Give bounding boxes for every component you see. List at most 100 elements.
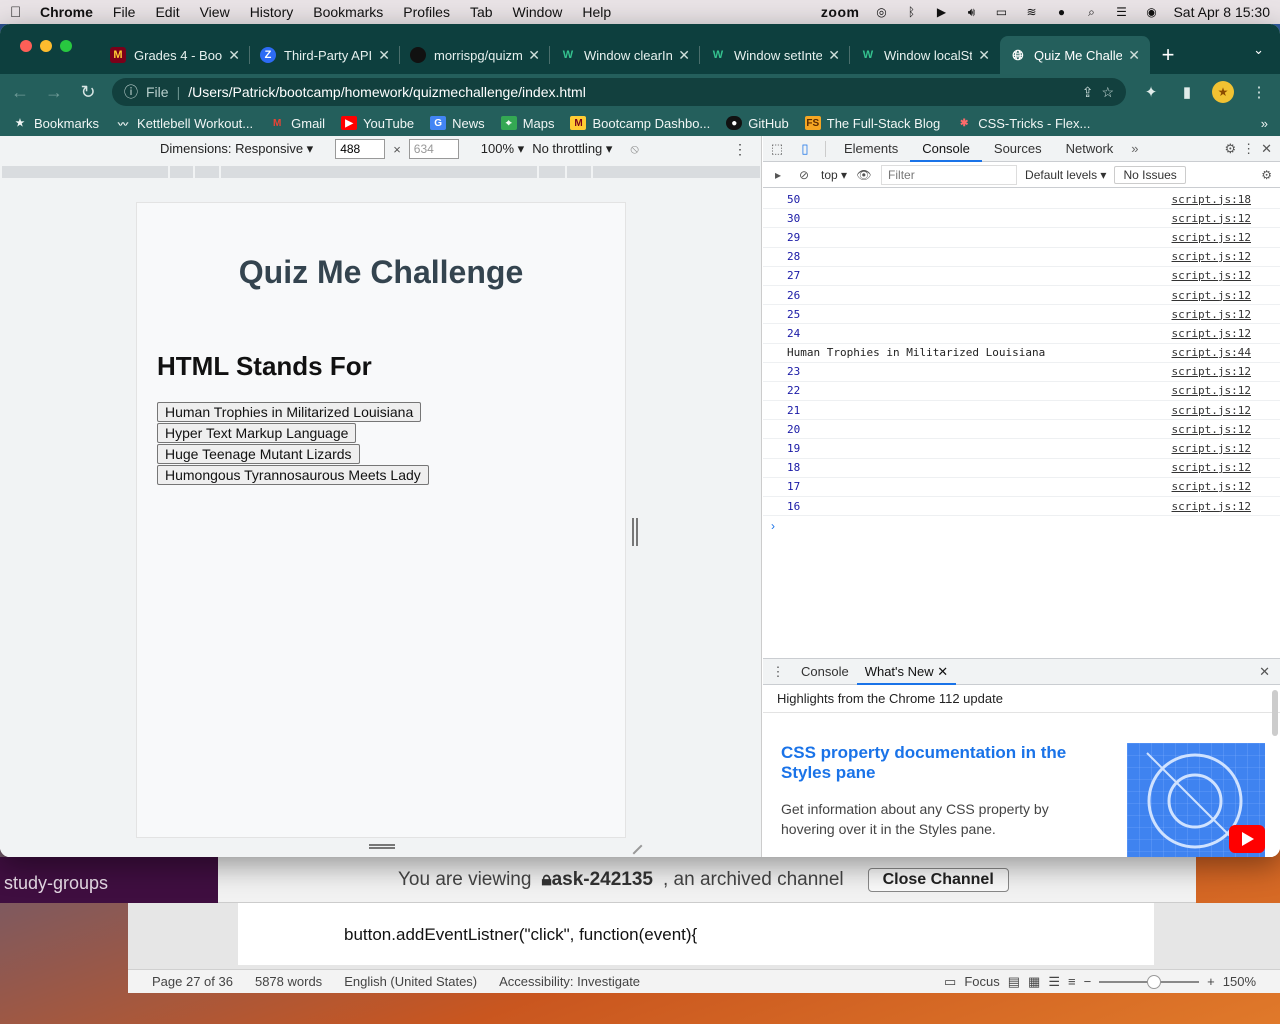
console-source-link[interactable]: script.js:12: [1172, 327, 1280, 340]
word-count[interactable]: 5878 words: [255, 974, 322, 989]
zoom-window-button[interactable]: [60, 40, 72, 52]
bookmark-github[interactable]: ● GitHub: [726, 116, 789, 131]
tab-search-icon[interactable]: ⌄: [1253, 42, 1264, 58]
menu-profiles[interactable]: Profiles: [403, 4, 450, 20]
sidebar-toggle-icon[interactable]: ▸: [769, 168, 787, 182]
console-source-link[interactable]: script.js:12: [1172, 423, 1280, 436]
bookmark-maps[interactable]: ⌖ Maps: [500, 116, 554, 131]
menu-bookmarks[interactable]: Bookmarks: [313, 4, 383, 20]
drawer-tab-whats-new[interactable]: What's New ✕: [856, 659, 957, 685]
close-tab-icon[interactable]: ✕: [678, 47, 690, 64]
bookmark-bootcamp[interactable]: M Bootcamp Dashbo...: [570, 116, 710, 131]
zoom-level[interactable]: 150%: [1223, 974, 1256, 989]
bookmark-css-tricks[interactable]: ✱ CSS-Tricks - Flex...: [956, 116, 1090, 131]
apple-icon[interactable]: : [10, 4, 26, 21]
console-source-link[interactable]: script.js:12: [1172, 269, 1280, 282]
bookmark-star-icon[interactable]: ☆: [1101, 84, 1114, 101]
page-count[interactable]: Page 27 of 36: [152, 974, 233, 989]
log-levels-dropdown[interactable]: Default levels ▾: [1025, 168, 1106, 182]
volume-icon[interactable]: 🔊︎: [963, 5, 979, 19]
close-tab-icon[interactable]: ✕: [378, 47, 390, 64]
resize-handle-right[interactable]: [632, 518, 638, 546]
battery-icon[interactable]: ▭: [993, 5, 1009, 19]
menu-history[interactable]: History: [250, 4, 294, 20]
console-source-link[interactable]: script.js:18: [1172, 193, 1280, 206]
bookmark-gmail[interactable]: M Gmail: [269, 116, 325, 131]
console-settings-gear-icon[interactable]: ⚙: [1261, 168, 1280, 182]
profile-avatar[interactable]: ★: [1212, 81, 1234, 103]
menu-app-name[interactable]: Chrome: [40, 4, 93, 20]
tab-elements[interactable]: Elements: [832, 136, 910, 162]
console-source-link[interactable]: script.js:12: [1172, 384, 1280, 397]
chrome-menu-icon[interactable]: ⋮: [1248, 83, 1270, 101]
clear-console-icon[interactable]: ⊘: [795, 168, 813, 182]
zoom-slider-knob[interactable]: [1147, 974, 1162, 989]
settings-gear-icon[interactable]: ⚙: [1224, 141, 1236, 157]
bookmark-fullstack-blog[interactable]: FS The Full-Stack Blog: [804, 116, 940, 131]
accessibility-status[interactable]: Accessibility: Investigate: [499, 974, 640, 989]
drawer-scrollbar[interactable]: [1272, 690, 1278, 736]
media-query-ruler[interactable]: [2, 166, 760, 178]
share-icon[interactable]: ⇪: [1082, 84, 1094, 101]
slack-sidebar-channel[interactable]: study-groups: [0, 857, 218, 903]
close-window-button[interactable]: [20, 40, 32, 52]
console-source-link[interactable]: script.js:44: [1172, 346, 1280, 359]
close-tab-icon[interactable]: ✕: [937, 664, 948, 679]
height-input[interactable]: [408, 139, 459, 159]
address-bar[interactable]: ⓘ File | /Users/Patrick/bootcamp/homewor…: [112, 78, 1126, 106]
tab-console[interactable]: Console: [910, 136, 982, 162]
console-source-link[interactable]: script.js:12: [1172, 480, 1280, 493]
console-source-link[interactable]: script.js:12: [1172, 308, 1280, 321]
outline-icon[interactable]: ☰: [1048, 974, 1060, 990]
device-more-icon[interactable]: ⋮: [733, 141, 747, 158]
extensions-puzzle-icon[interactable]: ✦: [1140, 83, 1162, 101]
side-panel-icon[interactable]: ▮: [1176, 83, 1198, 101]
menu-help[interactable]: Help: [582, 4, 611, 20]
more-tabs-icon[interactable]: »: [1125, 141, 1144, 156]
zoom-dropdown[interactable]: 100% ▾: [481, 141, 524, 157]
close-devtools-icon[interactable]: ✕: [1261, 141, 1272, 157]
device-toolbar-icon[interactable]: ▯: [791, 141, 819, 157]
resize-handle-bottom[interactable]: [369, 844, 395, 849]
inspect-element-icon[interactable]: ⬚: [763, 141, 791, 157]
context-selector[interactable]: top ▾: [821, 168, 847, 182]
tab-window-localstorage[interactable]: W Window localSt ✕: [850, 36, 1000, 74]
live-expression-eye-icon[interactable]: 👁︎: [855, 168, 873, 182]
bookmark-news[interactable]: G News: [430, 116, 485, 131]
url-text[interactable]: /Users/Patrick/bootcamp/homework/quizmec…: [188, 84, 1074, 100]
control-center-icon[interactable]: ☰: [1113, 5, 1129, 19]
menu-edit[interactable]: Edit: [155, 4, 179, 20]
console-source-link[interactable]: script.js:12: [1172, 404, 1280, 417]
zoom-slider[interactable]: [1099, 974, 1200, 989]
menu-tab[interactable]: Tab: [470, 4, 493, 20]
menu-view[interactable]: View: [200, 4, 230, 20]
console-source-link[interactable]: script.js:12: [1172, 289, 1280, 302]
spotlight-search-icon[interactable]: ⌕: [1083, 5, 1099, 19]
tab-window-clearinterval[interactable]: W Window clearIn ✕: [550, 36, 700, 74]
creative-cloud-icon[interactable]: ◎: [873, 5, 889, 19]
answer-button-1[interactable]: Human Trophies in Militarized Louisiana: [157, 402, 422, 422]
answer-button-2[interactable]: Hyper Text Markup Language: [157, 423, 357, 443]
tab-window-setinterval[interactable]: W Window setInte ✕: [700, 36, 850, 74]
tab-quiz-me-challenge[interactable]: 🌐︎ Quiz Me Challe ✕: [1000, 36, 1150, 74]
close-tab-icon[interactable]: ✕: [228, 47, 240, 64]
reload-icon[interactable]: ↻: [78, 82, 98, 103]
focus-label[interactable]: Focus: [964, 974, 999, 989]
play-icon[interactable]: ▶: [933, 5, 949, 19]
rotate-icon[interactable]: ⦸: [630, 141, 638, 157]
info-icon[interactable]: ⓘ: [124, 82, 138, 102]
close-tab-icon[interactable]: ✕: [528, 47, 540, 64]
close-drawer-icon[interactable]: ✕: [1259, 664, 1280, 680]
forward-arrow-icon[interactable]: →: [44, 82, 64, 103]
filter-input[interactable]: Filter: [881, 164, 1018, 185]
print-layout-icon[interactable]: ▤: [1008, 974, 1020, 990]
bluetooth-icon[interactable]: ᛒ: [903, 5, 919, 19]
siri-icon[interactable]: ◉: [1143, 5, 1159, 19]
language-status[interactable]: English (United States): [344, 974, 477, 989]
bookmark-youtube[interactable]: ▶ YouTube: [341, 116, 414, 131]
close-tab-icon[interactable]: ✕: [978, 47, 990, 64]
tab-network[interactable]: Network: [1054, 136, 1126, 162]
zoom-out-icon[interactable]: −: [1084, 974, 1092, 989]
wifi-icon[interactable]: ≋: [1023, 5, 1039, 19]
user-icon[interactable]: ●: [1053, 5, 1069, 19]
